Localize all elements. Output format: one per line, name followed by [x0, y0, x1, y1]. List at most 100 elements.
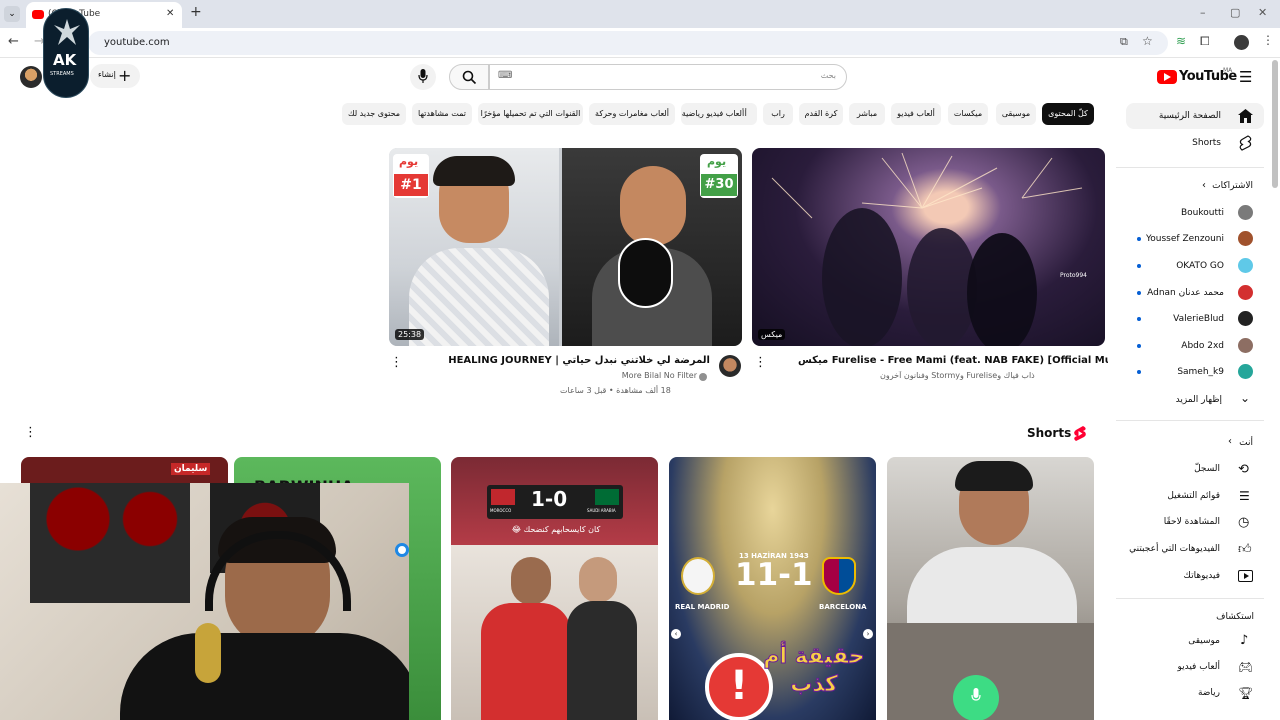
- shorts-menu-icon[interactable]: ⋮: [24, 425, 37, 440]
- chip-new-to-you[interactable]: محتوى جديد لك: [342, 103, 406, 125]
- tab-search-button[interactable]: ⌄: [4, 6, 20, 22]
- chip-watched[interactable]: تمت مشاهدتها: [412, 103, 472, 125]
- hamburger-menu-icon[interactable]: ☰: [1239, 68, 1252, 86]
- plus-icon: +: [118, 66, 132, 85]
- phoenix-icon: [54, 19, 80, 45]
- you-header[interactable]: أنت ‹: [1126, 434, 1264, 452]
- scoreboard: 1-0 MOROCCO SAUDI ARABIA: [487, 485, 623, 519]
- sidebar-item-sub[interactable]: Boukoutti: [1126, 204, 1264, 222]
- account-avatar[interactable]: [20, 66, 42, 88]
- chip-gaming[interactable]: ألعاب فيديو: [891, 103, 941, 125]
- sidebar-item-sub[interactable]: Youssef Zenzouni: [1126, 230, 1264, 248]
- address-bar[interactable]: youtube.com: [88, 31, 1168, 55]
- day-30-number: #30: [701, 174, 737, 196]
- explore-header: استكشاف: [1126, 610, 1264, 626]
- video-thumbnail-furelise[interactable]: Proto994 ميكس: [752, 148, 1105, 346]
- sidebar-divider: [1116, 420, 1264, 421]
- sidebar-item-liked[interactable]: الفيديوهات التي أعجبتني 👍︎: [1126, 540, 1264, 560]
- profile-avatar[interactable]: [1234, 35, 1249, 50]
- clasico-score: 11-1: [735, 557, 813, 593]
- short-caption: كان كايسحابهم كنضحك 😂: [511, 525, 601, 534]
- extensions-puzzle-icon[interactable]: ⧠: [1200, 34, 1210, 49]
- sidebar-label-liked: الفيديوهات التي أعجبتني: [1129, 544, 1220, 554]
- webcam-overlay: [0, 483, 409, 720]
- search-input[interactable]: بحث ⌨: [489, 64, 847, 90]
- video-menu-icon[interactable]: ⋮: [390, 355, 403, 370]
- short-gamer-room[interactable]: [887, 457, 1094, 720]
- subscription-name: Youssef Zenzouni: [1145, 234, 1224, 244]
- new-content-dot: [1137, 317, 1141, 321]
- subscriptions-header[interactable]: الاشتراكات ‹: [1126, 178, 1264, 196]
- sidebar-item-sports[interactable]: رياضة 🏆︎: [1126, 684, 1264, 704]
- mic-fab-icon[interactable]: [953, 675, 999, 720]
- sidebar-item-sub[interactable]: ValerieBlud: [1126, 310, 1264, 328]
- microphone-icon: [418, 69, 428, 83]
- back-icon[interactable]: ←: [8, 34, 19, 49]
- voice-search-button[interactable]: [410, 64, 436, 90]
- sidebar-item-watch-later[interactable]: المشاهدة لاحقًا ◷: [1126, 513, 1264, 533]
- new-content-dot: [1137, 291, 1141, 295]
- chip-music[interactable]: موسيقى: [996, 103, 1036, 125]
- search-button[interactable]: [449, 64, 489, 90]
- bookmark-star-icon[interactable]: ☆: [1142, 34, 1153, 48]
- sidebar-divider: [1116, 598, 1264, 599]
- channel-avatar: [1238, 285, 1253, 300]
- url-text: youtube.com: [104, 37, 170, 48]
- extension-icon[interactable]: ≋: [1176, 34, 1186, 48]
- chip-rap[interactable]: راب: [763, 103, 793, 125]
- history-icon: ⟲: [1238, 462, 1249, 477]
- chip-recently-uploaded[interactable]: القنوات التي تم تحميلها مؤخرًا: [478, 103, 583, 125]
- video-title-healing[interactable]: المرضة لي خلاتني نبدل حياتي | HEALING JO…: [420, 355, 710, 366]
- video-thumbnail-healing[interactable]: يوم #1 يوم #30 25:38: [389, 148, 742, 346]
- barcelona-crest-icon: [822, 557, 856, 595]
- sidebar-item-shorts[interactable]: Shorts: [1126, 130, 1264, 156]
- subscription-name: Sameh_k9: [1177, 367, 1224, 377]
- sidebar-item-gaming[interactable]: ألعاب فيديو 🎮︎: [1126, 658, 1264, 678]
- watch-later-icon: ◷: [1238, 515, 1250, 530]
- install-icon[interactable]: ⧉: [1120, 35, 1128, 49]
- chip-action-adventure[interactable]: ألعاب مغامرات وحركة: [589, 103, 675, 125]
- sidebar-item-your-videos[interactable]: فيديوهاتك: [1126, 567, 1264, 587]
- chip-football[interactable]: كرة القدم: [799, 103, 843, 125]
- window-close-icon[interactable]: ✕: [1258, 6, 1267, 19]
- sidebar-label-home: الصفحة الرئيسية: [1158, 111, 1221, 121]
- tab-close-icon[interactable]: ✕: [166, 8, 174, 19]
- sidebar-item-sub[interactable]: Sameh_k9: [1126, 363, 1264, 381]
- maximize-icon[interactable]: ▢: [1230, 6, 1240, 19]
- team-saudi: SAUDI ARABIA: [587, 508, 616, 513]
- channel-avatar: [1238, 231, 1253, 246]
- you-title: أنت: [1239, 438, 1253, 448]
- sidebar-item-music[interactable]: موسيقى ♪: [1126, 632, 1264, 652]
- short-morocco[interactable]: 1-0 MOROCCO SAUDI ARABIA كان كايسحابهم ك…: [451, 457, 658, 720]
- carousel-prev-icon[interactable]: ‹: [671, 629, 681, 639]
- chip-all[interactable]: كلّ المحتوى: [1042, 103, 1094, 125]
- sidebar-item-home[interactable]: الصفحة الرئيسية: [1126, 103, 1264, 129]
- create-button[interactable]: + إنشاء: [90, 64, 140, 88]
- sidebar-label-your-videos: فيديوهاتك: [1183, 571, 1220, 581]
- keyboard-icon[interactable]: ⌨: [498, 70, 512, 81]
- sidebar-item-history[interactable]: السجلّ ⟲: [1126, 460, 1264, 480]
- carousel-next-icon[interactable]: ›: [863, 629, 873, 639]
- minimize-icon[interactable]: –: [1200, 6, 1206, 19]
- channel-name-bilal[interactable]: More Bilal No Filter: [560, 371, 697, 380]
- chip-mixes[interactable]: ميكسات: [948, 103, 988, 125]
- chip-live[interactable]: مباشر: [849, 103, 885, 125]
- video-menu-icon[interactable]: ⋮: [754, 355, 767, 370]
- browser-menu-icon[interactable]: ⋮: [1262, 33, 1274, 47]
- channel-avatar-bilal[interactable]: [719, 355, 741, 377]
- team-morocco: MOROCCO: [490, 508, 512, 513]
- sidebar-item-playlists[interactable]: قوائم التشغيل ☰: [1126, 487, 1264, 507]
- short-clasico[interactable]: 13 HAZİRAN 1943 11-1 REAL MADRID BARCELO…: [669, 457, 876, 720]
- sidebar-item-sub[interactable]: محمد عدنان Adnan: [1126, 284, 1264, 302]
- sidebar-item-sub[interactable]: OKATO GO: [1126, 257, 1264, 275]
- page-scrollbar[interactable]: [1272, 60, 1278, 188]
- video-title-furelise[interactable]: ميكس Furelise - Free Mami (feat. NAB FAK…: [798, 355, 1108, 366]
- new-tab-button[interactable]: +: [190, 4, 202, 20]
- chip-sports-video-games-chip[interactable]: ألعاب فيديو رياضية: [681, 103, 745, 125]
- new-content-dot: [1137, 370, 1141, 374]
- show-more-button[interactable]: إظهار المزيد ⌄: [1126, 391, 1264, 409]
- sidebar-item-sub[interactable]: Abdo 2xd: [1126, 337, 1264, 355]
- duration-badge: 25:38: [395, 329, 425, 340]
- youtube-logo[interactable]: YouTube MA: [1157, 67, 1237, 86]
- channel-avatar: [1238, 338, 1253, 353]
